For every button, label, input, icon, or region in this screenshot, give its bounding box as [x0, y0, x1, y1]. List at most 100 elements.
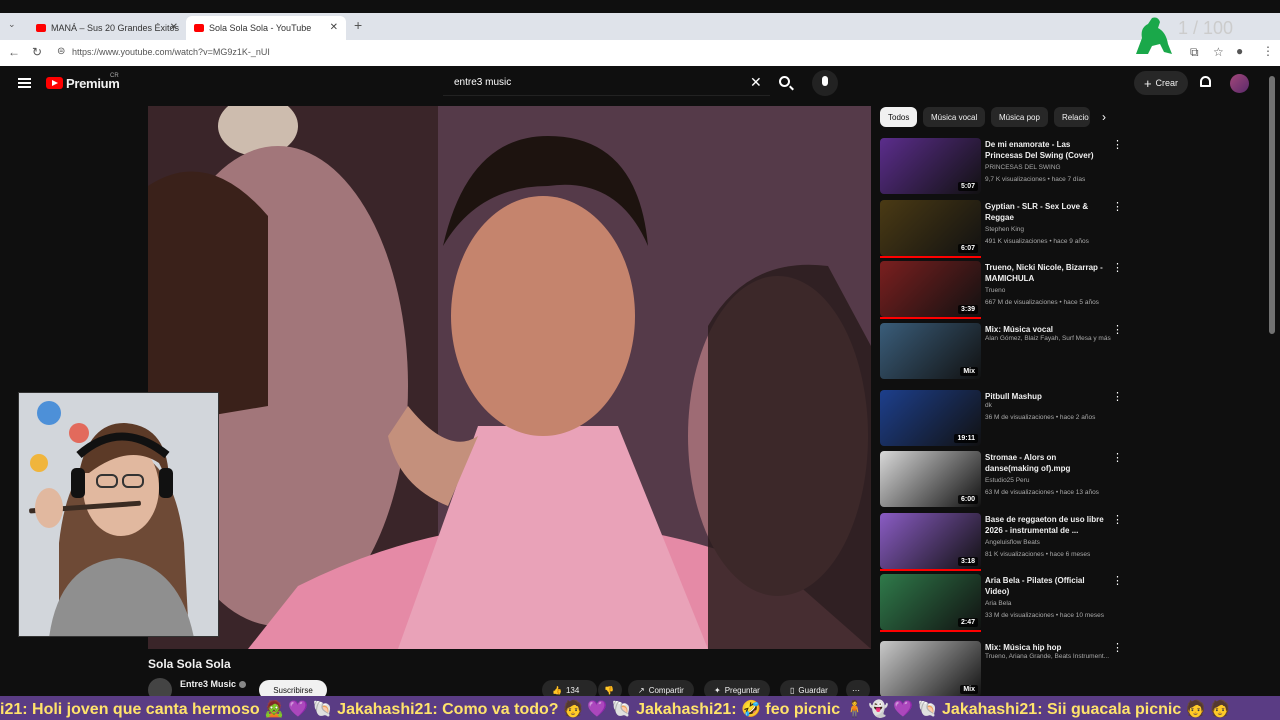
reload-icon[interactable]: ↻ [32, 45, 42, 59]
dinosaur-overlay-icon [1136, 17, 1172, 54]
more-options-icon[interactable] [1112, 323, 1123, 336]
save-label: Guardar [798, 685, 828, 695]
tab-mana[interactable]: MANÁ – Sus 20 Grandes Éxitos ✕ [28, 16, 186, 40]
chip-relacionados[interactable]: Relacio [1054, 107, 1090, 127]
chip-todos[interactable]: Todos [880, 107, 918, 127]
video-duration-badge: Mix [960, 367, 978, 376]
recommendation-channel[interactable]: Stephen King [985, 226, 1024, 233]
recommendation-thumbnail[interactable]: 6:00 [880, 451, 981, 507]
tab-list-chevron-icon[interactable]: ⌄ [8, 19, 16, 30]
channel-name[interactable]: Entre3 Music [180, 679, 236, 689]
recommendation-channel[interactable]: Alan Gómez, Blaiz Fayah, Surf Mesa y más [985, 335, 1111, 342]
notifications-bell-icon[interactable] [1200, 76, 1211, 87]
youtube-favicon-icon [36, 24, 46, 32]
more-options-icon[interactable] [1112, 641, 1123, 654]
video-frame [148, 106, 871, 649]
account-avatar[interactable] [1230, 74, 1249, 93]
share-icon: ↗ [638, 685, 645, 695]
overlay-counter: 1 / 100 [1178, 18, 1234, 38]
recommendation-title[interactable]: Gyptian - SLR - Sex Love & Reggae [985, 201, 1110, 223]
video-title: Sola Sola Sola [148, 657, 231, 671]
recommendation-channel[interactable]: Trueno [985, 287, 1005, 294]
watch-progress-bar [880, 317, 981, 319]
recommendation-thumbnail[interactable]: 5:07 [880, 138, 981, 194]
recommendation-channel[interactable]: Trueno, Ariana Grande, Beats Instrument.… [985, 653, 1109, 660]
recommendation-channel[interactable]: Aria Bela [985, 600, 1011, 607]
youtube-logo-icon[interactable] [46, 77, 63, 89]
recommendation-thumbnail[interactable]: 6:07 [880, 200, 981, 256]
search-box[interactable]: entre3 music [443, 70, 770, 96]
close-tab-icon[interactable]: ✕ [170, 22, 178, 33]
more-options-icon[interactable] [1112, 138, 1123, 151]
verified-badge-icon [239, 681, 246, 688]
video-duration-badge: 3:39 [957, 305, 978, 314]
back-arrow-icon[interactable]: ← [8, 45, 20, 59]
chevron-right-icon[interactable]: › [1102, 110, 1106, 124]
browser-menu-icon[interactable]: ⋮ [1262, 44, 1274, 58]
recommendation-thumbnail[interactable]: Mix [880, 641, 981, 697]
plus-icon: + [1143, 75, 1152, 91]
menu-icon[interactable] [18, 78, 31, 88]
recommendation-channel[interactable]: Estudio25 Peru [985, 477, 1029, 484]
search-input[interactable]: entre3 music [454, 77, 511, 88]
recommendation-title[interactable]: De mi enamorate - Las Princesas Del Swin… [985, 139, 1110, 161]
video-duration-badge: 19:11 [954, 434, 978, 443]
streamer-webcam [18, 392, 219, 637]
search-icon[interactable] [779, 76, 790, 87]
more-options-icon[interactable] [1112, 513, 1123, 526]
recommendation-title[interactable]: Base de reggaeton de uso libre 2026 - in… [985, 514, 1110, 536]
more-options-icon[interactable] [1112, 200, 1123, 213]
recommendation-channel[interactable]: PRINCESAS DEL SWING [985, 164, 1061, 171]
video-duration-badge: 6:07 [957, 244, 978, 253]
recommendation-channel[interactable]: dk [985, 402, 992, 409]
more-options-icon[interactable] [1112, 451, 1123, 464]
more-options-icon[interactable] [1112, 574, 1123, 587]
recommendation-channel[interactable]: Angeluisflow Beats [985, 539, 1040, 546]
webcam-frame [19, 393, 218, 636]
youtube-header: Premium CR entre3 music ✕ + Crear [0, 66, 1280, 104]
tab-sola-sola[interactable]: Sola Sola Sola - YouTube ✕ [186, 16, 346, 40]
microphone-icon[interactable] [812, 70, 838, 96]
site-info-icon[interactable]: ⊜ [57, 46, 65, 57]
url-field[interactable]: https://www.youtube.com/watch?v=MG9z1K-_… [72, 47, 270, 57]
profile-icon[interactable]: ● [1236, 44, 1243, 58]
video-duration-badge: 5:07 [957, 182, 978, 191]
video-duration-badge: 6:00 [957, 495, 978, 504]
video-duration-badge: 2:47 [957, 618, 978, 627]
recommendation-thumbnail[interactable]: 19:11 [880, 390, 981, 446]
browser-tab-bar: ⌄ MANÁ – Sus 20 Grandes Éxitos ✕ Sola So… [0, 13, 1280, 40]
bookmark-star-icon[interactable]: ☆ [1213, 45, 1224, 59]
close-tab-icon[interactable]: ✕ [330, 22, 338, 33]
youtube-favicon-icon [194, 24, 204, 32]
recommendation-title[interactable]: Stromae - Alors on danse(making of).mpg [985, 452, 1110, 474]
recommendation-title[interactable]: Mix: Música vocal [985, 324, 1110, 335]
more-options-icon[interactable] [1112, 390, 1123, 403]
recommendation-thumbnail[interactable]: 3:18 [880, 513, 981, 569]
video-player[interactable] [148, 106, 871, 649]
new-tab-icon[interactable]: + [354, 17, 362, 33]
create-button[interactable]: + Crear [1134, 71, 1188, 95]
video-duration-badge: 3:18 [957, 557, 978, 566]
watch-progress-bar [880, 569, 981, 571]
extensions-icon[interactable]: ⧉ [1190, 45, 1199, 60]
recommendation-title[interactable]: Trueno, Nicki Nicole, Bizarrap - MAMICHU… [985, 262, 1110, 284]
video-duration-badge: Mix [960, 685, 978, 694]
recommendation-title[interactable]: Mix: Música hip hop [985, 642, 1110, 653]
recommendation-meta: 491 K visualizaciones • hace 9 años [985, 238, 1089, 245]
recommendation-title[interactable]: Pitbull Mashup [985, 391, 1110, 402]
more-options-icon[interactable] [1112, 261, 1123, 274]
chip-musica-vocal[interactable]: Música vocal [923, 107, 986, 127]
watch-progress-bar [880, 256, 981, 258]
recommendation-title[interactable]: Aria Bela - Pilates (Official Video) [985, 575, 1110, 597]
clear-search-icon[interactable]: ✕ [750, 74, 762, 91]
tab-label: Sola Sola Sola - YouTube [209, 23, 312, 33]
recommendation-thumbnail[interactable]: 2:47 [880, 574, 981, 630]
sparkle-icon: ✦ [714, 685, 721, 695]
recommendation-meta: 9,7 K visualizaciones • hace 7 días [985, 176, 1086, 183]
tab-label: MANÁ – Sus 20 Grandes Éxitos [51, 23, 180, 33]
page-scrollbar[interactable] [1269, 76, 1275, 334]
recommendation-thumbnail[interactable]: Mix [880, 323, 981, 379]
recommendation-thumbnail[interactable]: 3:39 [880, 261, 981, 317]
logo-region-code: CR [110, 73, 119, 79]
chip-musica-pop[interactable]: Música pop [991, 107, 1048, 127]
